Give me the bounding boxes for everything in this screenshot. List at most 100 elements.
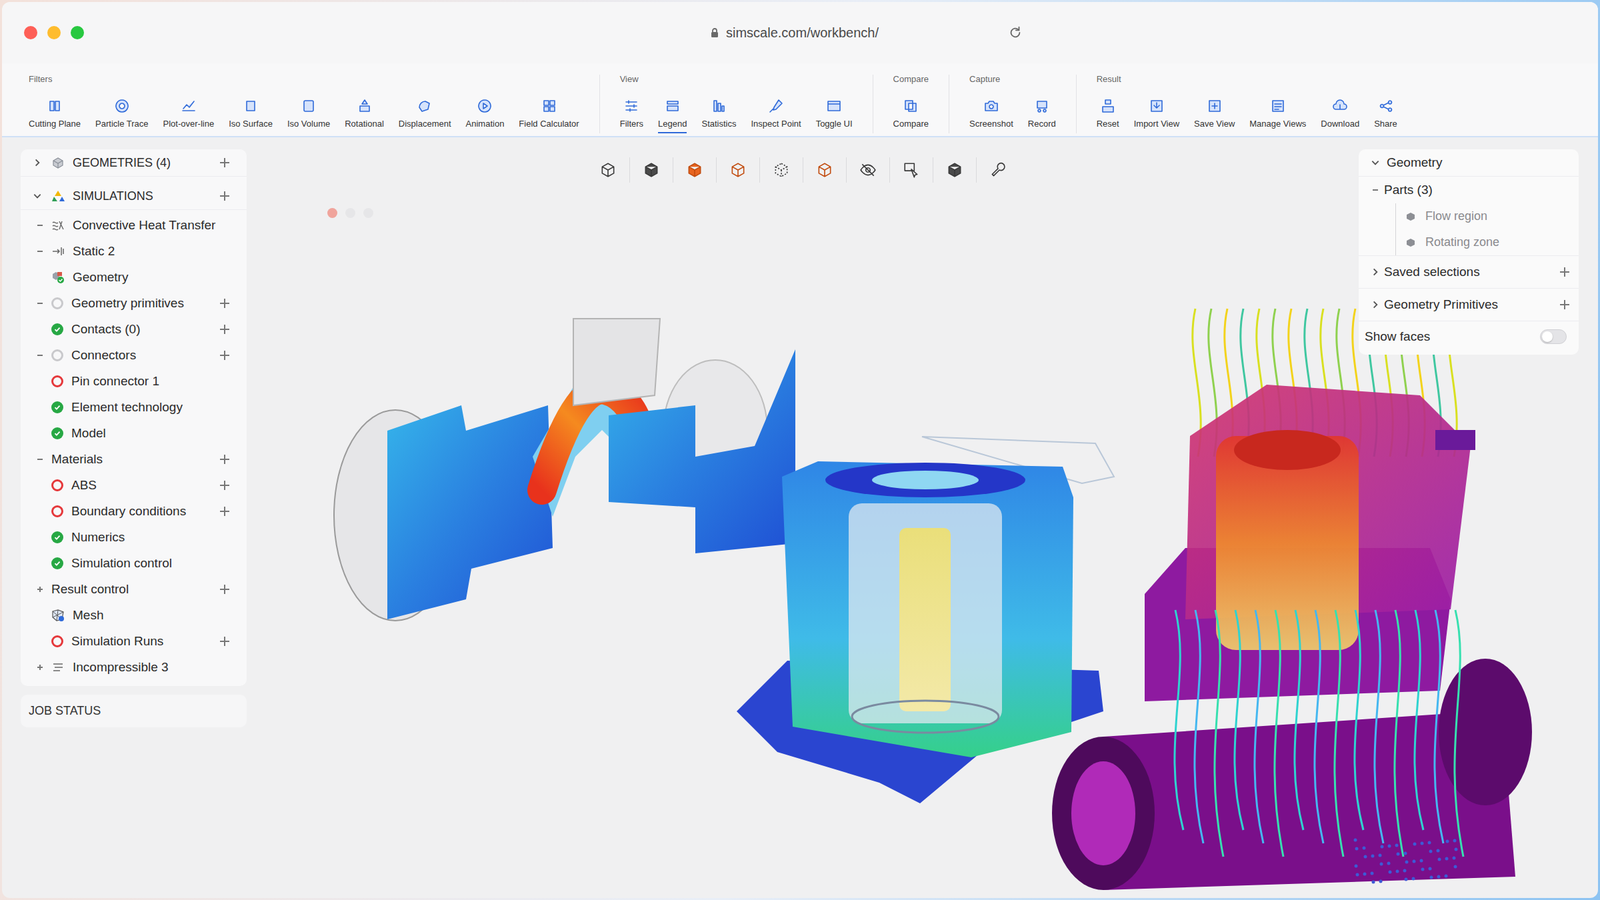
minimize-button[interactable] (47, 26, 61, 40)
add-icon[interactable] (220, 454, 230, 464)
view-tool-button[interactable] (629, 157, 673, 183)
tool-button[interactable]: Legend (658, 98, 687, 134)
add-icon[interactable] (220, 298, 230, 308)
tool-button[interactable]: Filters (620, 98, 644, 134)
add-icon[interactable] (220, 480, 230, 490)
chevron-icon[interactable] (32, 158, 42, 168)
tool-icon (1332, 98, 1348, 114)
tree-item[interactable]: Element technology (20, 394, 247, 420)
view-tool-button[interactable] (932, 157, 976, 183)
step-dot[interactable] (327, 208, 338, 218)
tree-item[interactable]: Static 2 (20, 238, 247, 264)
reload-icon[interactable] (1008, 25, 1023, 40)
chevron-icon[interactable] (1370, 300, 1380, 310)
tree-item[interactable]: Geometry (20, 264, 247, 290)
expand-toggle[interactable] (35, 298, 45, 308)
add-icon[interactable] (220, 158, 230, 168)
tool-button[interactable]: Plot-over-line (163, 98, 215, 134)
tree-item[interactable]: Incompressible 3 (20, 654, 247, 680)
tool-button[interactable]: Record (1028, 98, 1056, 134)
tool-button[interactable]: Import View (1134, 98, 1180, 134)
tool-button[interactable]: Reset (1096, 98, 1120, 134)
viewport (246, 149, 1359, 218)
tool-button[interactable]: Statistics (701, 98, 736, 134)
tool-button[interactable]: Animation (466, 98, 505, 134)
view-tool-button[interactable] (759, 157, 803, 183)
tree-item[interactable]: Simulation control (20, 550, 247, 576)
expand-toggle[interactable] (35, 584, 45, 594)
chevron-icon[interactable] (1370, 158, 1380, 168)
tree-item[interactable]: Result control (20, 576, 247, 602)
geometry-header[interactable]: Geometry (1358, 149, 1579, 177)
tool-button[interactable]: Field Calculator (518, 98, 579, 134)
tree-item[interactable]: Simulation Runs (20, 628, 247, 654)
expand-toggle[interactable] (35, 454, 45, 464)
tree-item[interactable]: Convective Heat Transfer (20, 212, 247, 238)
section-label: SIMULATIONS (72, 189, 215, 204)
tree-item[interactable]: Geometry primitives (20, 290, 247, 316)
tree-section[interactable]: GEOMETRIES (4) (20, 149, 247, 177)
tool-button[interactable]: Screenshot (969, 98, 1014, 134)
add-icon[interactable] (220, 584, 230, 594)
expand-toggle[interactable] (1370, 185, 1380, 195)
show-faces-toggle[interactable] (1540, 329, 1567, 344)
panel-section[interactable]: Saved selections (1358, 255, 1579, 288)
tool-button[interactable]: Displacement (398, 98, 452, 134)
job-status-panel[interactable]: JOB STATUS (20, 694, 247, 728)
add-icon[interactable] (220, 324, 230, 334)
zoom-button[interactable] (70, 26, 84, 40)
add-icon[interactable] (220, 350, 230, 360)
tree-item[interactable]: Materials (20, 446, 247, 472)
tree-item[interactable]: Model (20, 420, 247, 446)
chevron-icon[interactable] (1370, 267, 1380, 277)
tool-button[interactable]: Inspect Point (750, 98, 801, 134)
view-tool-button[interactable] (672, 157, 716, 183)
expand-toggle[interactable] (35, 246, 45, 256)
tree-item[interactable]: Boundary conditions (20, 498, 247, 524)
add-icon[interactable] (220, 191, 230, 201)
tree-item[interactable]: Connectors (20, 342, 247, 368)
view-tool-button[interactable] (586, 157, 630, 183)
tree-label: Simulation Runs (71, 634, 215, 649)
expand-toggle[interactable] (35, 350, 45, 360)
tool-button[interactable]: Particle Trace (95, 98, 148, 134)
add-icon[interactable] (1560, 300, 1570, 310)
tool-button[interactable]: Toggle UI (816, 98, 853, 134)
tree-item[interactable]: Numerics (20, 524, 247, 550)
view-tool-button[interactable] (889, 157, 933, 183)
tree-item[interactable]: Contacts (0) (20, 316, 247, 342)
part-item[interactable]: Rotating zone (1358, 229, 1579, 256)
expand-toggle[interactable] (35, 220, 45, 230)
tool-button[interactable]: Manage Views (1249, 98, 1306, 134)
chevron-icon[interactable] (32, 191, 42, 201)
view-tool-button[interactable] (802, 157, 846, 183)
tool-button[interactable]: Share (1374, 98, 1398, 134)
step-dot[interactable] (345, 208, 356, 218)
add-icon[interactable] (220, 506, 230, 516)
tree-item[interactable]: ABS (20, 472, 247, 498)
tool-button[interactable]: Cutting Plane (28, 98, 81, 134)
tool-button[interactable]: Iso Volume (287, 98, 330, 134)
close-button[interactable] (24, 26, 38, 40)
view-tool-button[interactable] (846, 157, 890, 183)
panel-section[interactable]: Geometry Primitives (1358, 288, 1579, 321)
part-item[interactable]: Flow region (1358, 203, 1579, 230)
tool-button[interactable]: Download (1320, 98, 1360, 134)
tree-item[interactable]: Mesh (20, 602, 247, 628)
tool-button[interactable]: Save View (1194, 98, 1235, 134)
address-bar[interactable]: simscale.com/workbench/ (709, 25, 1023, 41)
tool-button[interactable]: Rotational (344, 98, 384, 134)
tool-button[interactable]: Compare (893, 98, 929, 134)
view-tool-button[interactable] (716, 157, 760, 183)
add-icon[interactable] (1560, 267, 1570, 277)
step-dot[interactable] (363, 208, 374, 218)
tool-icon (46, 98, 63, 114)
add-icon[interactable] (220, 636, 230, 646)
tree-item[interactable]: Pin connector 1 (20, 368, 247, 394)
expand-toggle[interactable] (35, 662, 45, 672)
parts-group[interactable]: Parts (3) (1358, 176, 1579, 204)
pending-icon (51, 349, 64, 362)
tool-button[interactable]: Iso Surface (228, 98, 273, 134)
view-tool-button[interactable] (976, 157, 1020, 183)
tree-section[interactable]: SIMULATIONS (20, 182, 247, 210)
